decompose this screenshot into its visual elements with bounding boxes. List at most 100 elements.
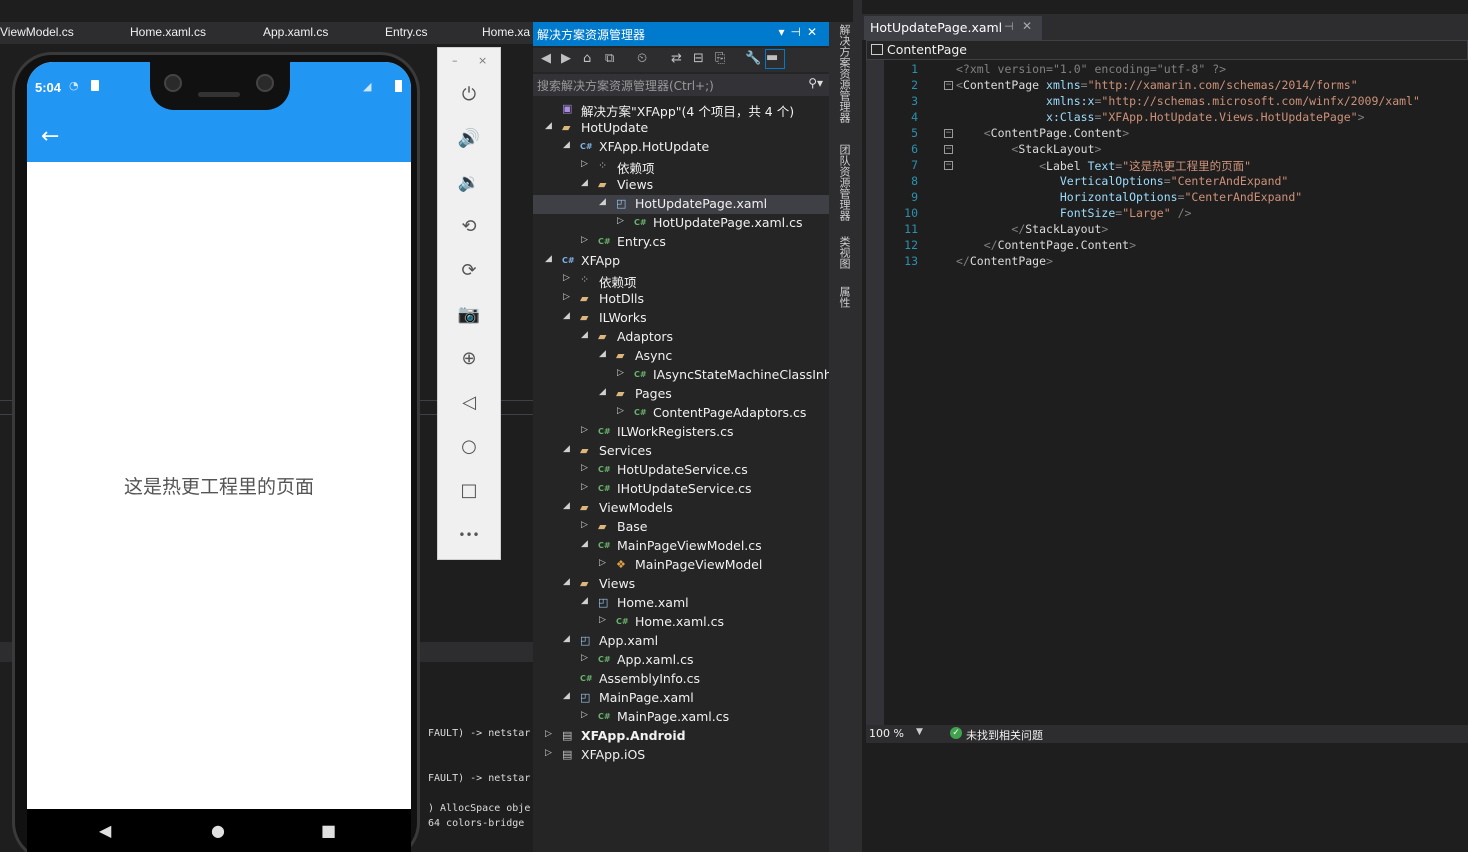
tree-item[interactable]: ◢ ◰ MainPage.xaml xyxy=(533,689,829,708)
expanded-arrow-icon[interactable]: ◢ xyxy=(599,387,606,397)
volume-up-icon[interactable]: 🔊 xyxy=(454,124,484,154)
collapse-all-icon[interactable]: ⊟ xyxy=(693,51,704,66)
tree-item[interactable]: ◢ ▰ Services xyxy=(533,442,829,461)
background-tab[interactable]: Home.xa xyxy=(482,25,530,39)
tree-item[interactable]: ▷ C# IHotUpdateService.cs xyxy=(533,480,829,499)
code-line[interactable]: <StackLayout> xyxy=(956,142,1101,156)
expanded-arrow-icon[interactable]: ◢ xyxy=(563,634,570,644)
switch-views-icon[interactable]: ⧉ xyxy=(605,51,614,66)
zoom-level[interactable]: 100 % xyxy=(869,727,904,740)
tab-hotupdatepage-xaml[interactable]: HotUpdatePage.xaml ⊣ ✕ xyxy=(864,16,1042,40)
expanded-arrow-icon[interactable]: ◢ xyxy=(599,349,606,359)
code-line[interactable]: </StackLayout> xyxy=(956,222,1108,236)
collapsed-arrow-icon[interactable]: ▷ xyxy=(581,425,588,435)
tree-item[interactable]: ◢ ▰ Views xyxy=(533,575,829,594)
tree-item[interactable]: ◢ ▰ ViewModels xyxy=(533,499,829,518)
background-tab[interactable]: Home.xaml.cs xyxy=(130,25,206,39)
tree-item[interactable]: ◢ ◰ Home.xaml xyxy=(533,594,829,613)
expanded-arrow-icon[interactable]: ◢ xyxy=(563,140,570,150)
tree-item[interactable]: ▷ C# Entry.cs xyxy=(533,233,829,252)
tree-item[interactable]: ▷ ▰ Base xyxy=(533,518,829,537)
code-line[interactable]: <?xml version="1.0" encoding="utf-8" ?> xyxy=(956,62,1226,76)
zoom-dropdown-icon[interactable]: ▼ xyxy=(916,727,923,737)
code-line[interactable]: xmlns:x="http://schemas.microsoft.com/wi… xyxy=(956,94,1420,108)
tree-item[interactable]: ◢ ▰ Views xyxy=(533,176,829,195)
expanded-arrow-icon[interactable]: ◢ xyxy=(581,596,588,606)
tree-item[interactable]: C# AssemblyInfo.cs xyxy=(533,670,829,689)
fold-toggle-icon[interactable]: − xyxy=(944,161,953,170)
tree-item[interactable]: ◢ ▰ HotUpdate xyxy=(533,119,829,138)
expanded-arrow-icon[interactable]: ◢ xyxy=(563,444,570,454)
close-tab-icon[interactable]: ✕ xyxy=(1022,19,1032,33)
tree-item[interactable]: ▷ C# App.xaml.cs xyxy=(533,651,829,670)
tree-item[interactable]: ▷ ❖ MainPageViewModel xyxy=(533,556,829,575)
fold-toggle-icon[interactable]: − xyxy=(944,81,953,90)
fold-toggle-icon[interactable]: − xyxy=(944,129,953,138)
side-tab-team-explorer[interactable]: 团队资源管理器 xyxy=(832,144,852,221)
code-line[interactable]: <ContentPage xmlns="http://xamarin.com/s… xyxy=(956,78,1358,92)
collapsed-arrow-icon[interactable]: ▷ xyxy=(617,406,624,416)
issues-status[interactable]: 未找到相关问题 xyxy=(966,727,1043,743)
collapsed-arrow-icon[interactable]: ▷ xyxy=(581,653,588,663)
back-icon[interactable]: ◁ xyxy=(454,388,484,418)
code-line[interactable]: </ContentPage> xyxy=(956,254,1053,268)
camera-icon[interactable]: 📷 xyxy=(454,300,484,330)
tree-item[interactable]: ▷ ▤ XFApp.iOS xyxy=(533,746,829,765)
rotate-left-icon[interactable]: ⟲ xyxy=(454,212,484,242)
home-icon[interactable]: ○ xyxy=(454,432,484,462)
collapsed-arrow-icon[interactable]: ▷ xyxy=(599,615,606,625)
tree-item[interactable]: ◢ ▰ Async xyxy=(533,347,829,366)
tree-item[interactable]: ▷ ▰ HotDlls xyxy=(533,290,829,309)
expanded-arrow-icon[interactable]: ◢ xyxy=(563,311,570,321)
code-line[interactable]: x:Class="XFApp.HotUpdate.Views.HotUpdate… xyxy=(956,110,1365,124)
background-tab[interactable]: App.xaml.cs xyxy=(263,25,328,39)
background-tab[interactable]: Entry.cs xyxy=(385,25,427,39)
nav-back-icon[interactable]: ◀ xyxy=(99,821,111,840)
tree-item[interactable]: ◢ C# XFApp.HotUpdate xyxy=(533,138,829,157)
collapsed-arrow-icon[interactable]: ▷ xyxy=(581,463,588,473)
expanded-arrow-icon[interactable]: ◢ xyxy=(545,121,552,131)
back-icon[interactable]: ◀ xyxy=(541,51,551,66)
background-tab[interactable]: ViewModel.cs xyxy=(0,25,74,39)
tree-item[interactable]: ◢ ▰ Pages xyxy=(533,385,829,404)
expanded-arrow-icon[interactable]: ◢ xyxy=(581,539,588,549)
collapsed-arrow-icon[interactable]: ▷ xyxy=(617,216,624,226)
collapsed-arrow-icon[interactable]: ▷ xyxy=(545,729,552,739)
fold-toggle-icon[interactable]: − xyxy=(944,145,953,154)
code-line[interactable]: <Label Text="这是热更工程里的页面" xyxy=(956,158,1251,174)
close-icon[interactable]: ✕ xyxy=(807,25,823,39)
collapsed-arrow-icon[interactable]: ▷ xyxy=(563,273,570,283)
close-button[interactable]: × xyxy=(478,54,487,67)
tree-item[interactable]: ▷ ⁘ 依赖项 xyxy=(533,271,829,290)
collapsed-arrow-icon[interactable]: ▷ xyxy=(545,748,552,758)
home-icon[interactable]: ⌂ xyxy=(583,51,591,66)
expanded-arrow-icon[interactable]: ◢ xyxy=(581,178,588,188)
code-line[interactable]: FontSize="Large" /> xyxy=(956,206,1192,220)
expanded-arrow-icon[interactable]: ◢ xyxy=(599,197,606,207)
preview-icon[interactable]: ▬ xyxy=(765,49,785,69)
more-icon[interactable]: ••• xyxy=(454,520,484,550)
nav-home-icon[interactable]: ● xyxy=(211,821,225,840)
tree-item[interactable]: ▷ C# IAsyncStateMachineClassInher xyxy=(533,366,845,385)
side-tab-properties[interactable]: 属性 xyxy=(832,286,852,308)
show-all-files-icon[interactable]: ⎘ xyxy=(715,51,725,66)
back-arrow-icon[interactable]: ← xyxy=(41,124,59,149)
code-line[interactable]: VerticalOptions="CenterAndExpand" xyxy=(956,174,1289,188)
side-tab-solution-explorer[interactable]: 解决方案资源管理器 xyxy=(832,24,852,123)
navigation-dropdown[interactable]: ContentPage xyxy=(866,40,1468,60)
nav-recents-icon[interactable]: ■ xyxy=(321,821,336,840)
collapsed-arrow-icon[interactable]: ▷ xyxy=(581,482,588,492)
expanded-arrow-icon[interactable]: ◢ xyxy=(563,501,570,511)
tree-item[interactable]: ▷ C# HotUpdateService.cs xyxy=(533,461,829,480)
code-line[interactable]: HorizontalOptions="CenterAndExpand" xyxy=(956,190,1302,204)
splitter[interactable] xyxy=(853,0,862,852)
expanded-arrow-icon[interactable]: ◢ xyxy=(563,691,570,701)
tree-item[interactable]: ◢ ▰ ILWorks xyxy=(533,309,829,328)
tree-item[interactable]: ▷ C# ContentPageAdaptors.cs xyxy=(533,404,829,423)
expanded-arrow-icon[interactable]: ◢ xyxy=(563,577,570,587)
tree-item[interactable]: ▷ ⁘ 依赖项 xyxy=(533,157,829,176)
tree-item[interactable]: ▷ C# MainPage.xaml.cs xyxy=(533,708,829,727)
collapsed-arrow-icon[interactable]: ▷ xyxy=(599,558,606,568)
tree-item[interactable]: ▷ C# Home.xaml.cs xyxy=(533,613,829,632)
collapsed-arrow-icon[interactable]: ▷ xyxy=(563,292,570,302)
